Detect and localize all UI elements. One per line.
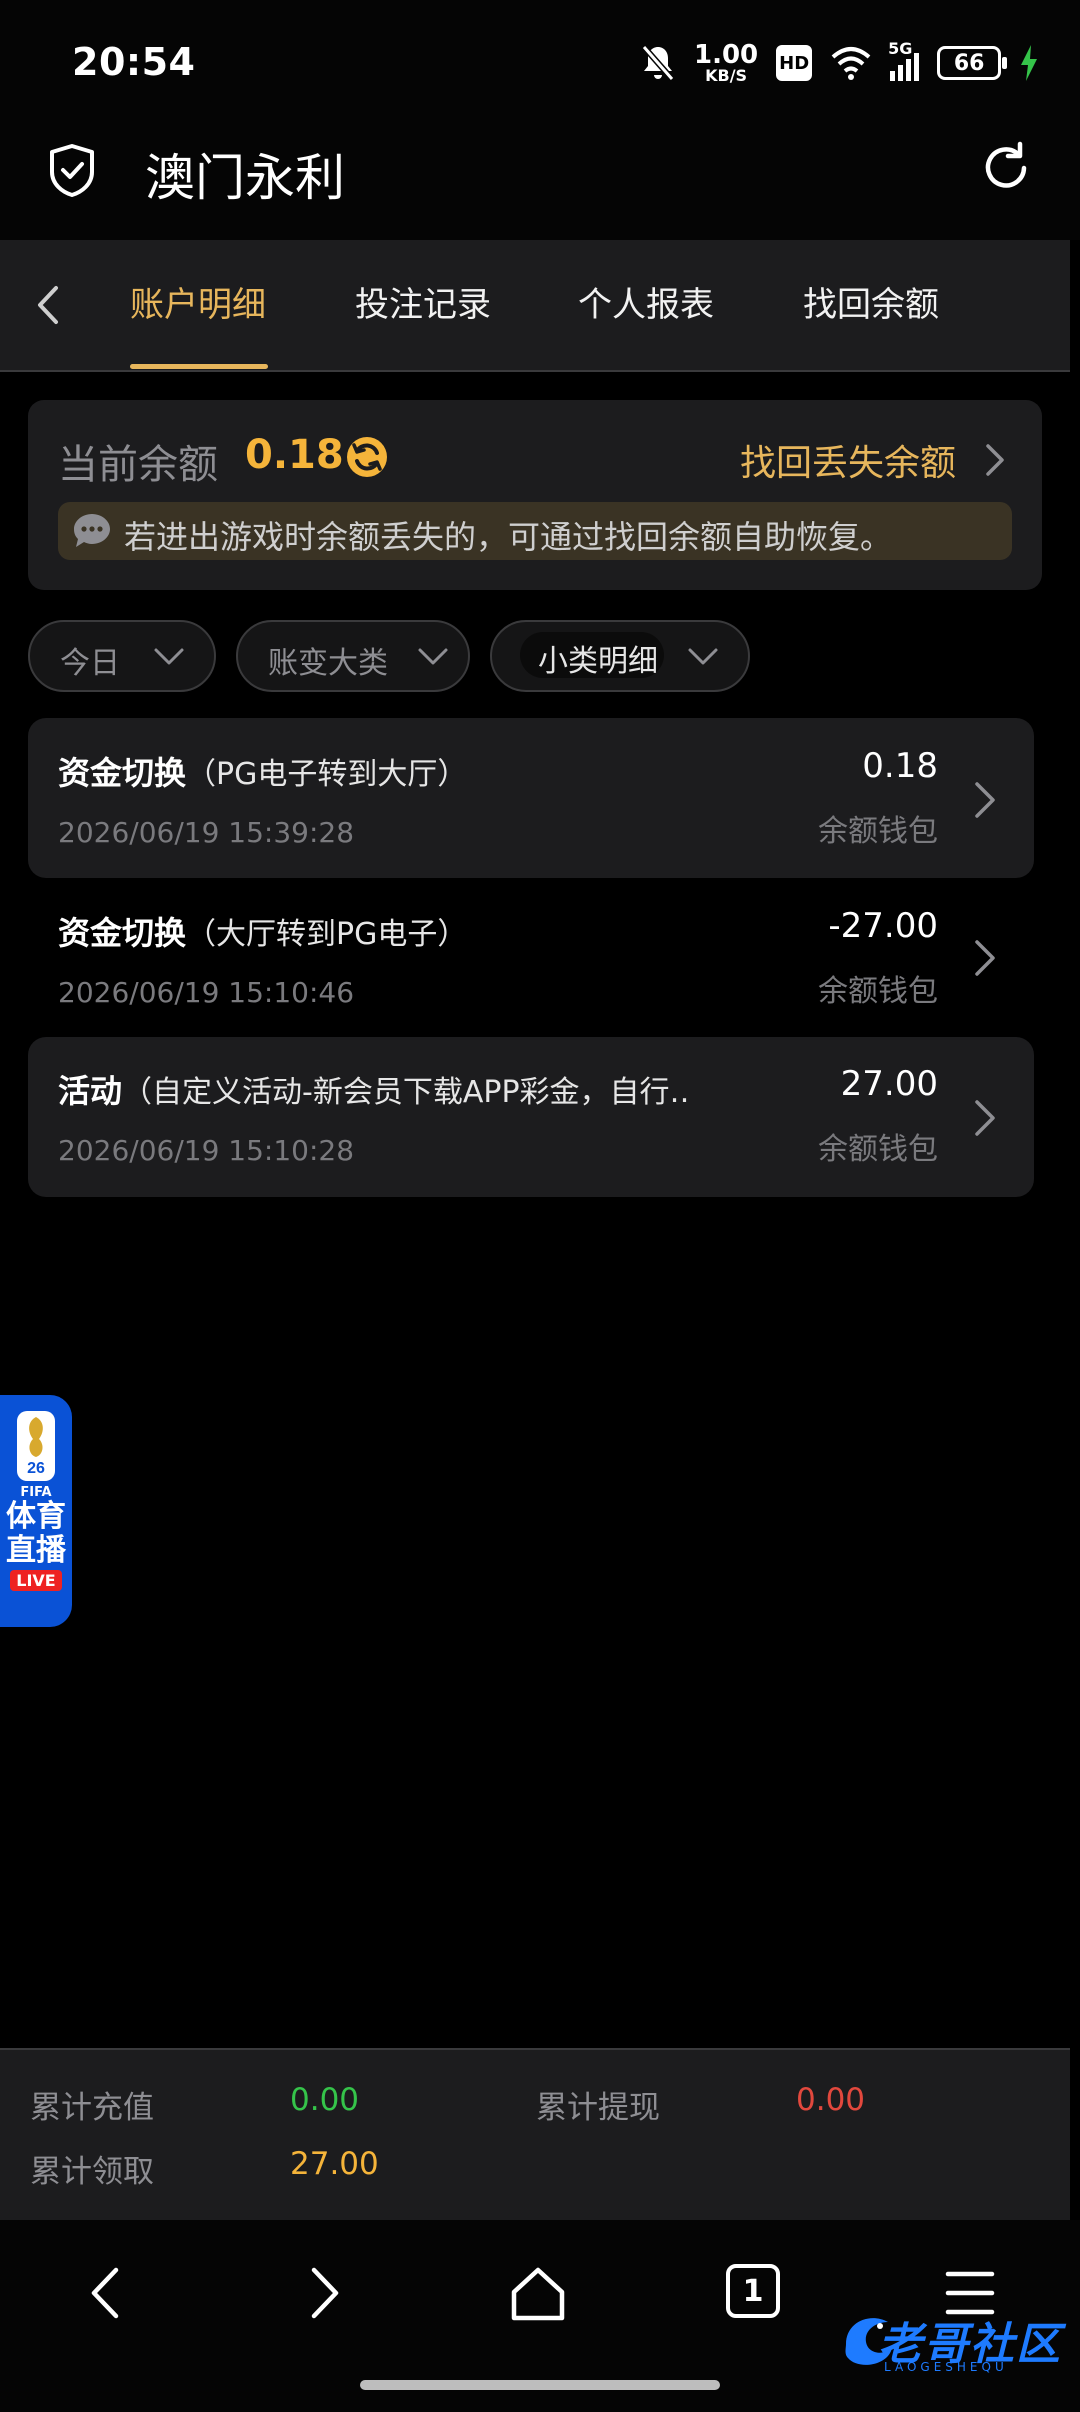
chevron-right-icon[interactable] <box>970 936 1000 980</box>
widget-line1: 体育 <box>6 1499 66 1534</box>
recharge-label: 累计充值 <box>30 2090 154 2126</box>
active-tab-indicator <box>130 364 268 369</box>
trophy-icon: 26 <box>17 1411 55 1481</box>
record-title: 资金切换（大厅转到PG电子） <box>58 914 468 952</box>
table-row[interactable] <box>28 718 1034 878</box>
widget-line2: 直播 <box>6 1533 66 1568</box>
back-arrow-icon[interactable] <box>78 2262 138 2324</box>
chevron-right-icon[interactable] <box>980 440 1010 480</box>
tab-recover-balance[interactable]: 找回余额 <box>803 280 939 330</box>
battery-icon: 66 <box>937 46 1008 80</box>
claim-value: 27.00 <box>290 2146 379 2182</box>
chevron-down-icon <box>154 648 184 665</box>
chat-bubble-icon <box>74 514 110 547</box>
record-title: 活动（自定义活动-新会员下载APP彩金，自行… <box>58 1072 688 1110</box>
record-amount: 27.00 <box>840 1064 938 1104</box>
record-wallet: 余额钱包 <box>818 974 938 1009</box>
filter-date-dropdown[interactable] <box>28 620 216 692</box>
filter-category-label: 账变大类 <box>268 646 388 681</box>
home-indicator[interactable] <box>360 2380 720 2390</box>
withdraw-label: 累计提现 <box>536 2090 660 2126</box>
claim-label: 累计领取 <box>30 2154 154 2190</box>
balance-label: 当前余额 <box>58 442 218 488</box>
record-amount: 0.18 <box>862 746 938 786</box>
home-icon[interactable] <box>508 2262 568 2324</box>
record-time: 2026/06/19 15:39:28 <box>58 816 355 849</box>
balance-card <box>28 400 1042 590</box>
record-time: 2026/06/19 15:10:46 <box>58 976 355 1009</box>
record-amount: -27.00 <box>828 906 938 946</box>
record-time: 2026/06/19 15:10:28 <box>58 1134 355 1167</box>
status-time: 20:54 <box>72 40 196 84</box>
charging-icon <box>1021 45 1038 81</box>
refresh-icon[interactable] <box>978 140 1034 196</box>
record-wallet: 余额钱包 <box>818 814 938 849</box>
chevron-right-icon[interactable] <box>970 1096 1000 1140</box>
status-icons: 1.00 KB/S HD 5G 66 <box>640 35 1039 91</box>
sports-live-floating-button[interactable]: 26 FIFA 体育 直播 LIVE <box>0 1395 72 1627</box>
balance-value: 0.18 <box>245 432 344 478</box>
chevron-right-icon[interactable] <box>970 778 1000 822</box>
hd-badge: HD <box>776 45 813 81</box>
table-row[interactable] <box>28 878 1034 1038</box>
page-title: 澳门永利 <box>145 149 345 207</box>
widget-year: 26 <box>27 1460 45 1477</box>
table-row[interactable] <box>28 1037 1034 1197</box>
filter-subcategory-label: 小类明细 <box>538 644 658 679</box>
record-wallet: 余额钱包 <box>818 1132 938 1167</box>
mute-bell-icon <box>641 45 675 81</box>
shield-check-icon[interactable] <box>44 142 100 198</box>
tabs-count-button[interactable]: 1 <box>726 2264 780 2318</box>
live-badge: LIVE <box>10 1570 62 1591</box>
watermark-subtext: LAOGESHEQU <box>884 2360 1008 2374</box>
tab-bet-records[interactable]: 投注记录 <box>355 280 491 330</box>
recover-lost-balance-link[interactable]: 找回丢失余额 <box>740 434 956 486</box>
network-speed: 1.00 KB/S <box>694 40 759 85</box>
summary-bar <box>0 2048 1070 2222</box>
tab-account-details[interactable]: 账户明细 <box>130 280 266 330</box>
chevron-down-icon <box>418 648 448 665</box>
fifa-label: FIFA <box>20 1485 52 1500</box>
tab-personal-report[interactable]: 个人报表 <box>578 280 714 330</box>
filter-date-label: 今日 <box>60 646 120 681</box>
recharge-value: 0.00 <box>290 2082 360 2118</box>
withdraw-value: 0.00 <box>796 2082 866 2118</box>
forward-arrow-icon[interactable] <box>292 2262 352 2324</box>
balance-refresh-icon[interactable] <box>343 433 391 481</box>
chevron-down-icon <box>688 648 718 665</box>
record-title: 资金切换（PG电子转到大厅） <box>58 754 468 792</box>
wifi-icon <box>831 47 871 80</box>
notice-text: 若进出游戏时余额丢失的，可通过找回余额自助恢复。 <box>124 518 893 556</box>
tab-back-chevron-icon[interactable] <box>28 280 68 330</box>
cell-signal-icon: 5G <box>888 39 920 81</box>
